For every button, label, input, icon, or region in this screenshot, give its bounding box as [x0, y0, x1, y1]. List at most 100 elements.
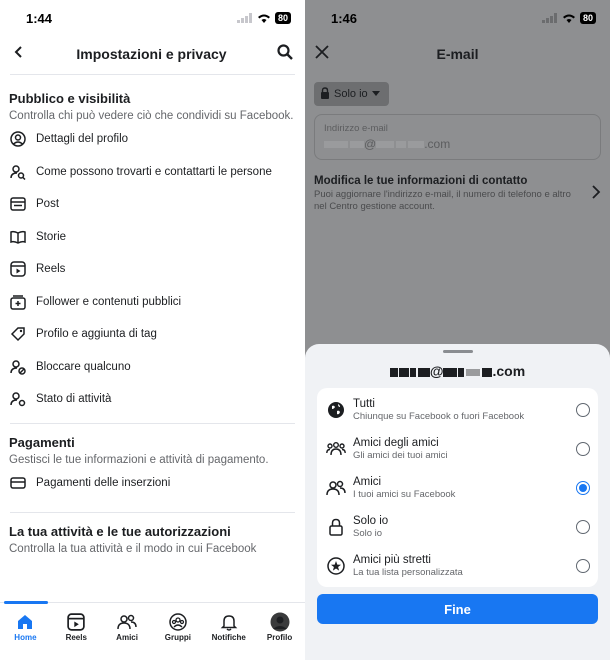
menu-item-ad-payments[interactable]: Pagamenti delle inserzioni — [0, 467, 305, 500]
menu-item-reels[interactable]: Reels — [0, 253, 305, 286]
post-icon — [9, 195, 27, 213]
tab-label: Gruppi — [164, 633, 191, 642]
friends-of-friends-icon — [325, 438, 347, 460]
tab-reels[interactable]: Reels — [51, 603, 102, 660]
menu-item-label: Storie — [36, 230, 67, 243]
sheet-email-suffix: .com — [492, 363, 526, 379]
book-icon — [9, 228, 27, 246]
tab-label: Profilo — [266, 633, 293, 642]
page-title: Impostazioni e privacy — [76, 46, 227, 62]
radio-button[interactable] — [576, 558, 590, 573]
menu-item-label: Come possono trovarti e contattarti le p… — [36, 165, 272, 178]
option-desc: Solo io — [353, 527, 383, 539]
email-field-value: @ .com — [324, 137, 591, 151]
menu-item-label: Post — [36, 198, 60, 211]
close-icon[interactable] — [315, 44, 329, 64]
home-icon — [16, 611, 34, 633]
header: Impostazioni e privacy — [0, 36, 305, 72]
lock-icon — [325, 516, 347, 538]
audience-option-friends[interactable]: Amici I tuoi amici su Facebook — [317, 468, 598, 507]
back-icon[interactable] — [12, 45, 26, 64]
option-title: Solo io — [353, 514, 389, 527]
tab-notifications[interactable]: Notifiche — [203, 603, 254, 660]
menu-item-label: Profilo e aggiunta di tag — [36, 328, 157, 341]
star-circle-icon — [325, 555, 347, 577]
email-suffix: .com — [424, 137, 451, 151]
audience-option-close-friends[interactable]: Amici più stretti La tua lista personali… — [317, 546, 598, 585]
reels-icon — [9, 260, 27, 278]
chevron-right-icon — [592, 185, 601, 204]
header: E-mail — [305, 36, 610, 72]
profile-circle-icon — [9, 130, 27, 148]
tab-home[interactable]: Home — [0, 601, 51, 660]
section-title-audience: Pubblico e visibilità — [9, 91, 131, 106]
menu-item-posts[interactable]: Post — [0, 188, 305, 221]
lock-icon — [320, 86, 330, 102]
option-desc: Gli amici dei tuoi amici — [353, 449, 448, 461]
radio-button[interactable] — [576, 402, 590, 417]
tab-label: Reels — [65, 633, 87, 642]
radio-button[interactable] — [576, 519, 590, 534]
follower-icon — [9, 293, 27, 311]
bottom-tab-bar: Home Reels Amici Gruppi Notifiche Profil… — [0, 601, 305, 660]
edit-contact-info[interactable]: Modifica le tue informazioni di contatto… — [314, 175, 601, 213]
audience-option-friends-of-friends[interactable]: Amici degli amici Gli amici dei tuoi ami… — [317, 429, 598, 468]
option-title: Amici degli amici — [353, 436, 439, 449]
globe-icon — [325, 399, 347, 421]
section-desc-payments: Gestisci le tue informazioni e attività … — [9, 453, 269, 466]
radio-button-selected[interactable] — [576, 480, 590, 495]
avatar — [270, 611, 290, 633]
bell-icon — [220, 611, 238, 633]
status-time: 1:44 — [26, 10, 53, 26]
option-title: Amici — [353, 475, 382, 488]
menu-item-find-contact[interactable]: Come possono trovarti e contattarti le p… — [0, 156, 305, 189]
search-icon[interactable] — [277, 43, 293, 65]
block-person-icon — [9, 358, 27, 376]
menu-item-stories[interactable]: Storie — [0, 221, 305, 254]
menu-item-label: Stato di attività — [36, 393, 112, 406]
wifi-icon — [257, 11, 271, 26]
audience-options-list: Tutti Chiunque su Facebook o fuori Faceb… — [317, 388, 598, 587]
menu-item-blocking[interactable]: Bloccare qualcuno — [0, 351, 305, 384]
status-bar: 1:46 80 — [305, 0, 610, 36]
groups-icon — [169, 611, 187, 633]
tab-label: Notifiche — [211, 633, 246, 642]
menu-item-label: Pagamenti delle inserzioni — [36, 476, 171, 489]
audience-option-public[interactable]: Tutti Chiunque su Facebook o fuori Faceb… — [317, 390, 598, 429]
tab-profile[interactable]: Profilo — [254, 603, 305, 660]
menu-item-followers[interactable]: Follower e contenuti pubblici — [0, 286, 305, 319]
redacted-at: @ — [364, 137, 377, 151]
sheet-handle[interactable] — [442, 350, 473, 353]
tag-icon — [9, 325, 27, 343]
activity-status-icon — [9, 390, 27, 408]
menu-item-profile-details[interactable]: Dettagli del profilo — [0, 123, 305, 156]
tab-label: Home — [14, 633, 37, 642]
person-search-icon — [9, 163, 27, 181]
radio-button[interactable] — [576, 441, 590, 456]
email-field[interactable]: Indirizzo e-mail @ .com — [314, 114, 601, 160]
active-tab-indicator — [4, 601, 48, 604]
battery-indicator: 80 — [274, 12, 291, 24]
audience-option-only-me[interactable]: Solo io Solo io — [317, 507, 598, 546]
menu-item-label: Reels — [36, 263, 66, 276]
edit-contact-title: Modifica le tue informazioni di contatto — [314, 175, 528, 187]
friends-icon — [117, 611, 137, 633]
menu-item-tagging[interactable]: Profilo e aggiunta di tag — [0, 318, 305, 351]
section-desc-activity: Controlla la tua attività e il modo in c… — [9, 543, 257, 555]
audience-label: Solo io — [334, 88, 368, 100]
menu-item-activity-status[interactable]: Stato di attività — [0, 383, 305, 416]
status-bar: 1:44 80 — [0, 0, 305, 36]
wifi-icon — [562, 11, 576, 26]
option-desc: I tuoi amici su Facebook — [353, 488, 456, 500]
done-button[interactable]: Fine — [317, 594, 598, 624]
audience-selector-button[interactable]: Solo io — [314, 82, 389, 106]
tab-groups[interactable]: Gruppi — [152, 603, 203, 660]
credit-card-icon — [9, 474, 27, 492]
reels-icon — [67, 611, 85, 633]
caret-down-icon — [371, 88, 380, 100]
tab-friends[interactable]: Amici — [102, 603, 153, 660]
email-screen: 1:46 80 E-mail Solo io Indirizzo e-mail … — [305, 0, 610, 660]
option-title: Amici più stretti — [353, 553, 431, 566]
page-title: E-mail — [436, 46, 479, 62]
sheet-email: @ .com — [305, 363, 610, 381]
